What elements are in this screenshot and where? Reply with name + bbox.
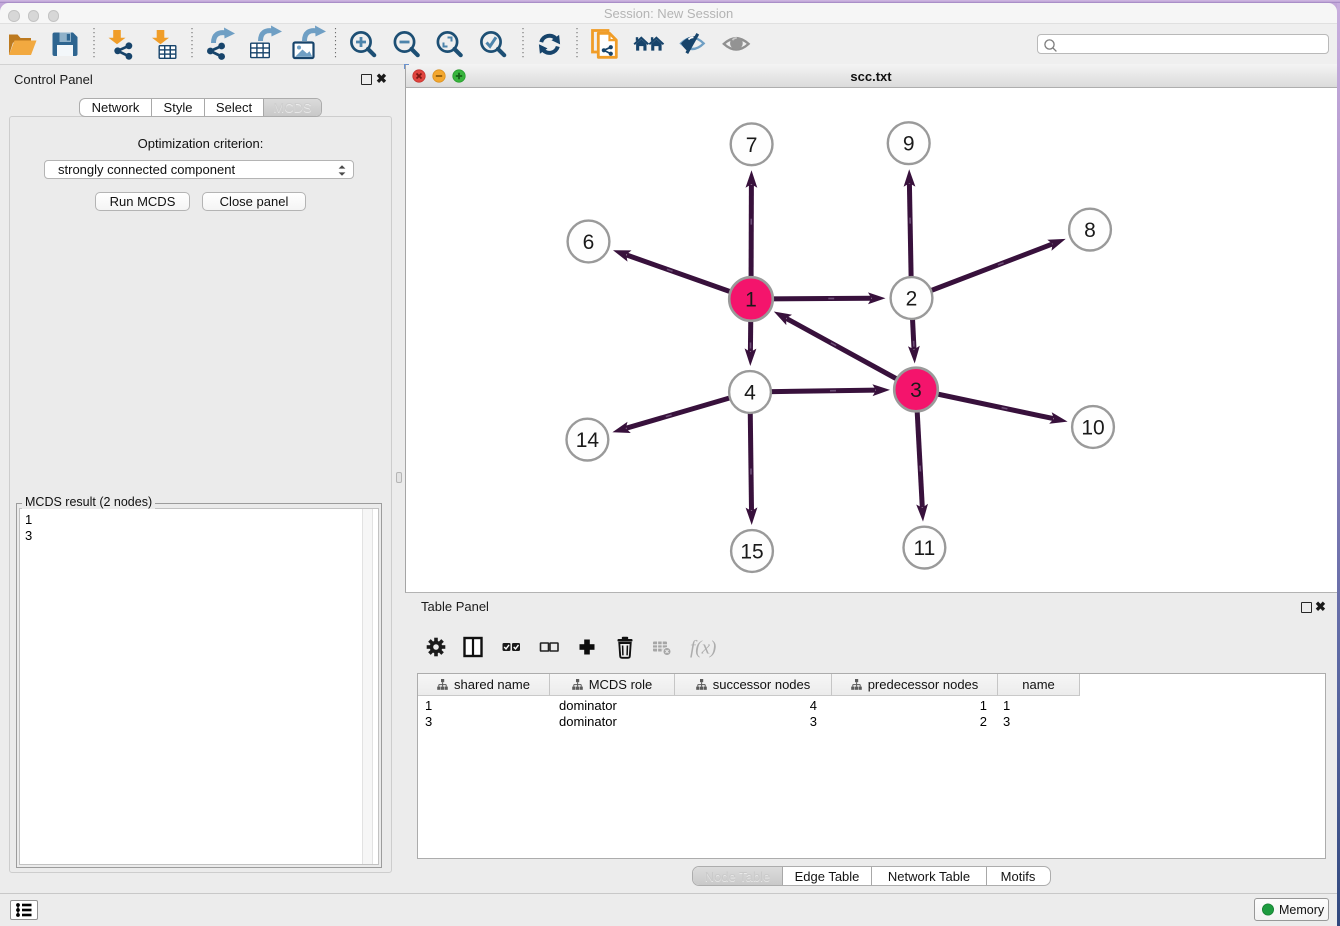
svg-text:7: 7: [746, 134, 758, 157]
svg-text:11: 11: [913, 537, 935, 560]
svg-text:10: 10: [1081, 417, 1104, 440]
svg-text:14: 14: [576, 429, 600, 452]
svg-text:2: 2: [906, 288, 918, 311]
svg-text:6: 6: [583, 231, 595, 254]
svg-text:15: 15: [740, 541, 763, 564]
svg-text:4: 4: [744, 382, 756, 405]
svg-text:8: 8: [1084, 219, 1096, 242]
svg-text:f(x): f(x): [690, 638, 716, 659]
svg-text:3: 3: [910, 379, 922, 402]
svg-text:1: 1: [745, 289, 757, 312]
svg-text:9: 9: [903, 133, 915, 156]
